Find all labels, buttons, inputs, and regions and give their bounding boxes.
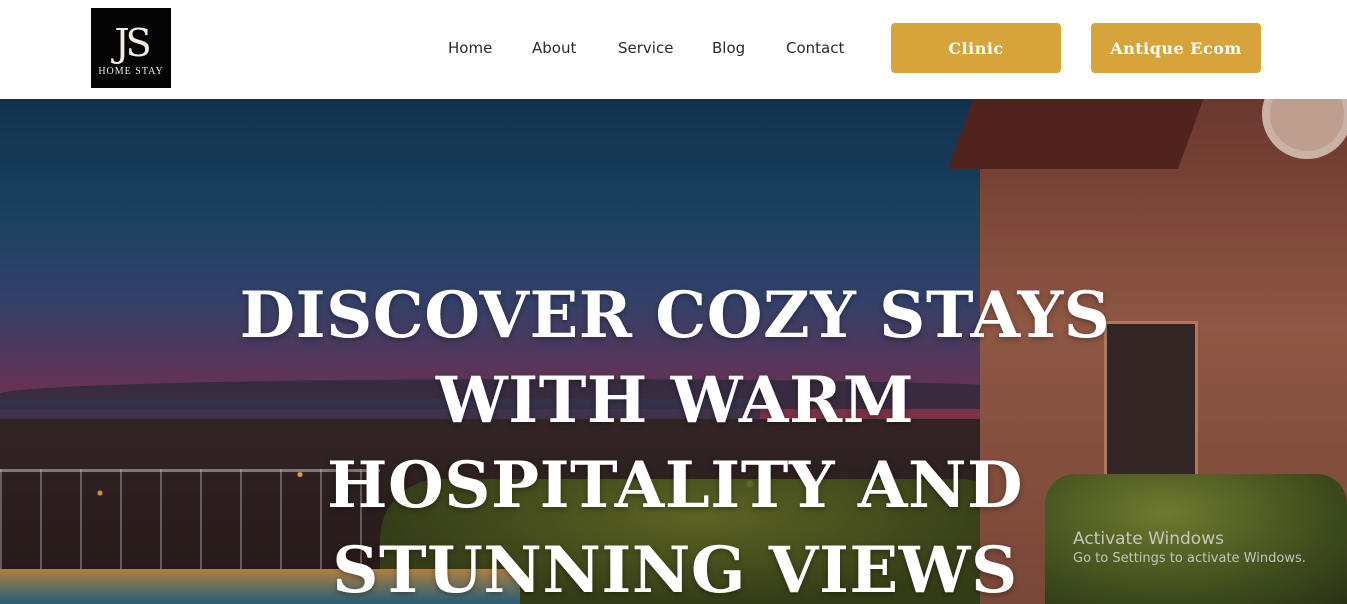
nav-home[interactable]: Home (448, 38, 492, 58)
nav-contact[interactable]: Contact (786, 38, 844, 58)
nav-service[interactable]: Service (618, 38, 673, 58)
nav-blog[interactable]: Blog (712, 38, 745, 58)
clinic-button[interactable]: Clinic (891, 23, 1061, 73)
windows-activation-watermark: Activate Windows Go to Settings to activ… (1073, 528, 1306, 568)
hero-title: DISCOVER COZY STAYS WITH WARM HOSPITALIT… (239, 278, 1111, 604)
watermark-subtitle: Go to Settings to activate Windows. (1073, 551, 1306, 566)
antique-ecom-button[interactable]: Antique Ecom (1091, 23, 1261, 73)
site-header: JS HOME STAY Home About Service Blog Con… (0, 0, 1347, 99)
logo-subtitle: HOME STAY (98, 66, 164, 77)
nav-about[interactable]: About (532, 38, 576, 58)
watermark-title: Activate Windows (1073, 529, 1224, 549)
